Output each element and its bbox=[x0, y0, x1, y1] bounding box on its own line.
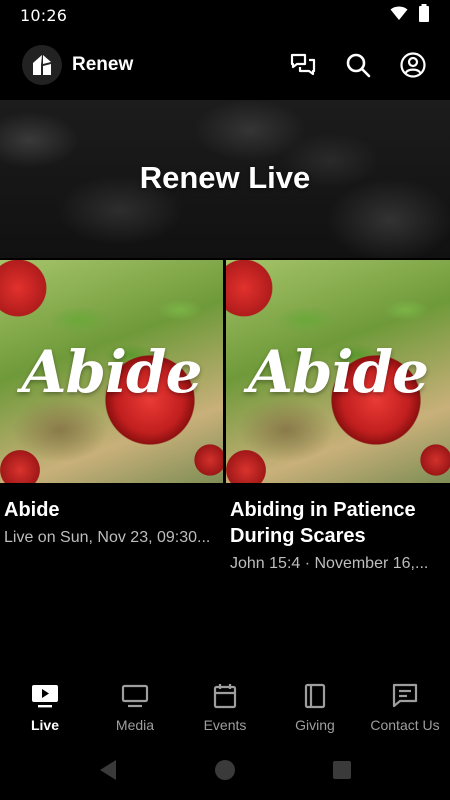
app-bar: Renew bbox=[0, 36, 450, 94]
banner-title: Renew Live bbox=[139, 160, 311, 195]
monitor-icon bbox=[121, 682, 149, 710]
nav-label-events: Events bbox=[203, 717, 247, 733]
card-subtitle: John 15:4 · November 16,... bbox=[230, 555, 429, 572]
system-nav-bar bbox=[0, 744, 450, 800]
media-cards: Abide Abide Live on Sun, Nov 23, 09:30..… bbox=[0, 260, 450, 580]
message-icon bbox=[391, 682, 419, 710]
media-card[interactable]: Abide Abiding in Patience During Scares … bbox=[226, 260, 450, 580]
card-subtitle: Live on Sun, Nov 23, 09:30... bbox=[4, 529, 211, 546]
nav-item-events[interactable]: Events bbox=[180, 672, 270, 742]
logo-icon bbox=[33, 55, 51, 75]
nav-item-live[interactable]: Live bbox=[0, 672, 90, 742]
card-title: Abiding in Patience During Scares bbox=[230, 499, 416, 547]
card-thumbnail[interactable]: Abide bbox=[0, 260, 223, 483]
church-logo[interactable] bbox=[22, 45, 62, 85]
status-icons bbox=[390, 3, 430, 27]
bottom-nav: Live Media Events Giving Contact Us bbox=[0, 672, 450, 742]
thumbnail-title: Abide bbox=[21, 338, 202, 406]
book-icon bbox=[301, 682, 329, 710]
nav-label-contact-us: Contact Us bbox=[370, 717, 440, 733]
recents-icon[interactable] bbox=[332, 760, 352, 785]
live-banner: Renew Live bbox=[0, 100, 450, 258]
nav-label-live: Live bbox=[30, 717, 59, 733]
chat-icon[interactable] bbox=[289, 52, 316, 79]
app-title: Renew bbox=[72, 54, 134, 75]
nav-item-contact-us[interactable]: Contact Us bbox=[360, 672, 450, 742]
card-title: Abide bbox=[4, 499, 60, 521]
back-icon[interactable] bbox=[98, 759, 118, 786]
live-tv-icon bbox=[31, 682, 59, 710]
media-card[interactable]: Abide Abide Live on Sun, Nov 23, 09:30..… bbox=[0, 260, 223, 580]
nav-item-media[interactable]: Media bbox=[90, 672, 180, 742]
app-actions bbox=[289, 52, 428, 79]
thumbnail-title: Abide bbox=[247, 338, 429, 406]
nav-label-giving: Giving bbox=[295, 717, 335, 733]
nav-item-giving[interactable]: Giving bbox=[270, 672, 360, 742]
battery-icon bbox=[418, 3, 430, 27]
search-icon[interactable] bbox=[344, 52, 371, 79]
status-bar: 10:26 bbox=[0, 0, 450, 30]
calendar-icon bbox=[211, 682, 239, 710]
status-time: 10:26 bbox=[20, 5, 68, 25]
account-icon[interactable] bbox=[399, 52, 426, 79]
nav-label-media: Media bbox=[115, 717, 155, 733]
home-icon[interactable] bbox=[214, 759, 236, 786]
wifi-icon bbox=[390, 5, 408, 26]
card-thumbnail[interactable]: Abide bbox=[226, 260, 450, 483]
